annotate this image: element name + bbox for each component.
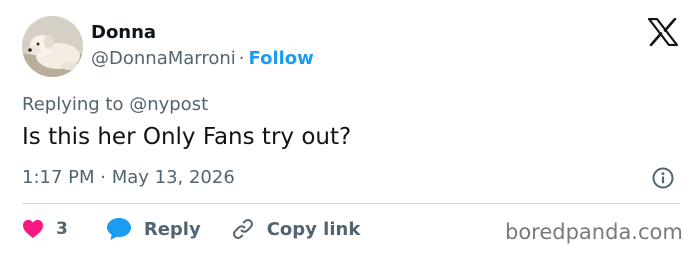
author-handle[interactable]: @DonnaMarroni <box>91 48 236 69</box>
reply-context[interactable]: Replying to @nypost <box>22 94 208 115</box>
divider <box>22 203 680 204</box>
dog-avatar-icon <box>22 16 83 77</box>
watermark: boredpanda.com <box>505 220 683 244</box>
copy-link-button[interactable]: Copy link <box>231 217 361 241</box>
x-logo-icon[interactable] <box>648 18 678 46</box>
info-icon[interactable] <box>651 166 675 190</box>
tweet-text: Is this her Only Fans try out? <box>22 124 352 150</box>
speech-bubble-icon <box>106 218 131 240</box>
reply-button[interactable]: Reply <box>106 217 201 241</box>
copy-link-label: Copy link <box>266 218 361 240</box>
action-bar: 3 Reply Copy link <box>22 216 360 242</box>
heart-icon <box>23 219 43 239</box>
author-name[interactable]: Donna <box>91 22 156 43</box>
like-button[interactable]: 3 <box>22 219 68 239</box>
link-icon <box>232 219 253 239</box>
avatar[interactable] <box>22 16 83 77</box>
handle-row: @DonnaMarroni · Follow <box>91 48 314 69</box>
separator-dot: · <box>238 48 245 69</box>
timestamp[interactable]: 1:17 PM · May 13, 2026 <box>22 167 235 188</box>
tweet-card: Donna @DonnaMarroni · Follow Replying to @… <box>0 0 700 256</box>
follow-button[interactable]: Follow <box>249 48 314 69</box>
like-count: 3 <box>56 219 68 239</box>
reply-label: Reply <box>143 218 201 240</box>
